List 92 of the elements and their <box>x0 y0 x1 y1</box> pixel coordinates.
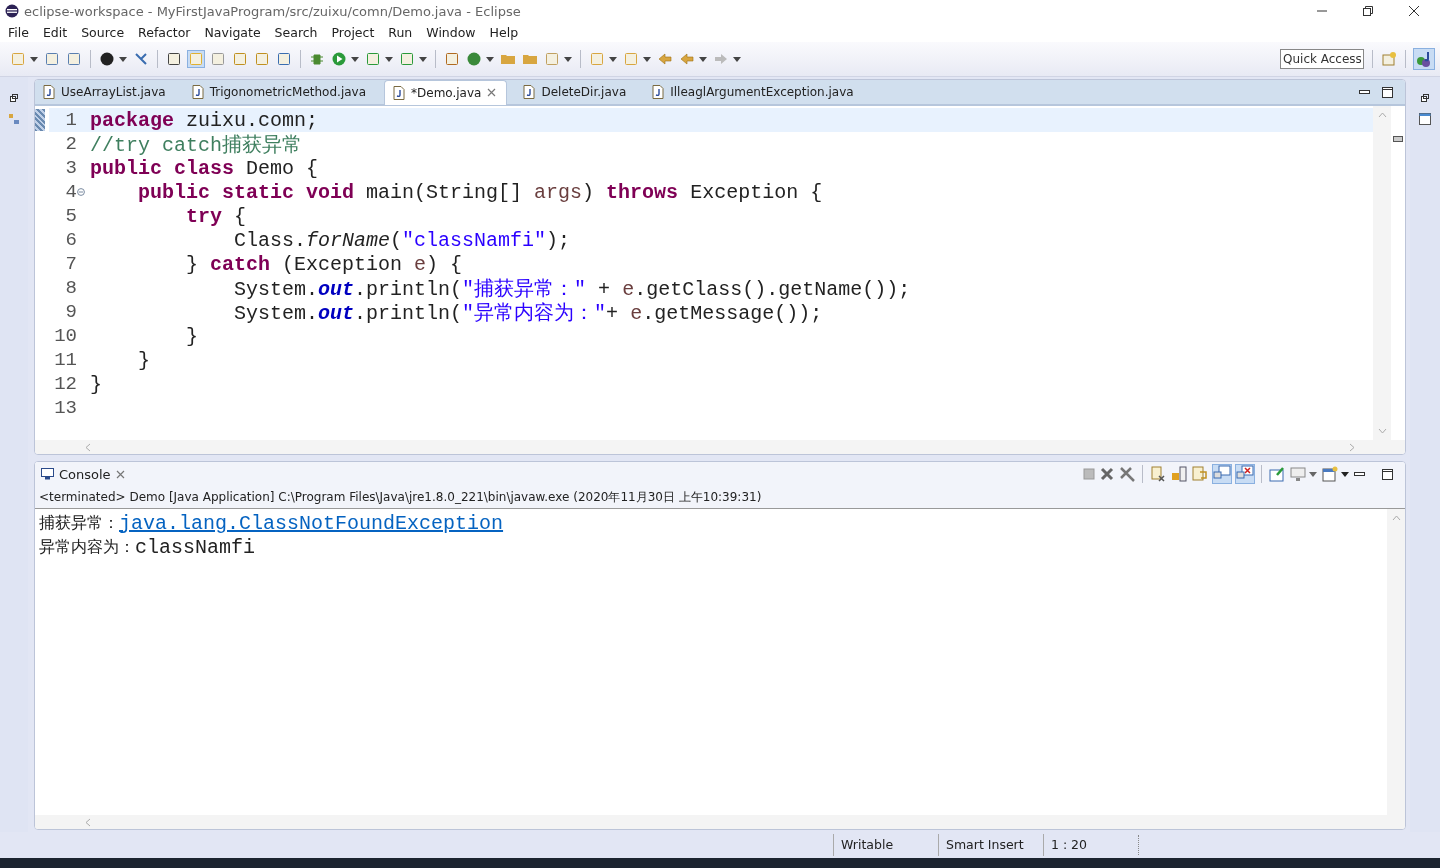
menu-item[interactable]: Search <box>274 24 318 40</box>
java-file-icon <box>652 85 665 99</box>
editor-tab[interactable]: DeleteDir.java <box>515 80 637 104</box>
line-number: 8 <box>64 277 77 299</box>
scroll-lock-icon[interactable] <box>1171 466 1187 482</box>
code-line: try { <box>185 204 247 228</box>
line-number: 9 <box>64 301 77 323</box>
code-line: } catch (Exception e) { <box>185 252 463 276</box>
status-field: 1 : 20 <box>1043 834 1138 856</box>
run-icon[interactable] <box>331 51 347 67</box>
dropdown-caret-icon[interactable] <box>385 56 393 62</box>
status-field: Writable <box>833 834 938 856</box>
editor-tab[interactable]: UseArrayList.java <box>35 80 176 104</box>
code-line: package zuixu.comn; <box>90 108 319 132</box>
line-number: 7 <box>64 253 77 275</box>
dropdown-caret-icon[interactable] <box>699 56 707 62</box>
line-number: 6 <box>64 229 77 251</box>
menu-item[interactable]: Run <box>388 24 413 40</box>
code-line: public static void main(String[] args) throws Exception { <box>137 180 823 204</box>
restore-icon[interactable] <box>9 93 19 103</box>
code-line: } <box>90 372 102 396</box>
console-line: 捕获异常：java.lang.ClassNotFoundException <box>39 511 505 535</box>
window-title: eclipse-workspace - MyFirstJavaProgram/src/zuixu/comn/Demo.java - Eclipse <box>24 3 521 19</box>
java-file-icon <box>191 85 204 99</box>
monitor-icon <box>41 468 54 480</box>
restore-icon[interactable] <box>1362 5 1374 17</box>
line-number: 3 <box>64 157 77 179</box>
editor-tab[interactable]: IlleaglArgumentException.java <box>644 80 864 104</box>
line-number: 4 <box>64 181 77 203</box>
line-number: 2 <box>64 133 77 155</box>
dropdown-caret-icon[interactable] <box>486 56 494 62</box>
minimize-icon[interactable] <box>1359 89 1370 95</box>
editor-tab[interactable]: *Demo.java <box>384 80 508 105</box>
java-file-icon <box>523 85 536 99</box>
new-console-icon[interactable] <box>1322 466 1338 482</box>
dropdown-caret-icon[interactable] <box>609 56 617 62</box>
code-line: } <box>185 324 199 348</box>
dropdown-caret-icon[interactable] <box>419 56 427 62</box>
toolbar-icon[interactable] <box>166 51 182 67</box>
line-number: 1 <box>64 109 77 131</box>
menu-item[interactable]: Source <box>81 24 125 40</box>
status-field: Smart Insert <box>938 834 1043 856</box>
line-number: 11 <box>53 349 77 371</box>
dropdown-caret-icon[interactable] <box>30 56 38 62</box>
menu-item[interactable]: Refactor <box>138 24 191 40</box>
dropdown-caret-icon[interactable] <box>564 56 572 62</box>
word-wrap-icon[interactable] <box>1192 466 1208 482</box>
dropdown-caret-icon[interactable] <box>351 56 359 62</box>
menu-item[interactable]: File <box>8 24 29 40</box>
code-line: System.out.println("异常内容为："+ e.getMessage()); <box>233 300 823 326</box>
java-file-icon <box>43 85 55 99</box>
menu-item[interactable]: Navigate <box>204 24 261 40</box>
console-header: <terminated> Demo [Java Application] C:\Program Files\Java\jre1.8.0_221\bin\javaw.exe (2020年11月30日 上午10:39:31) <box>35 486 1405 509</box>
dropdown-caret-icon[interactable] <box>643 56 651 62</box>
maximize-icon[interactable] <box>1382 468 1393 480</box>
console-line: 异常内容为：classNamfi <box>39 535 257 559</box>
remove-all-icon[interactable] <box>1119 466 1135 482</box>
eclipse-logo-icon <box>5 4 19 18</box>
close-icon[interactable] <box>1408 5 1420 17</box>
quick-access-field[interactable]: Quick Access <box>1280 49 1364 69</box>
clear-console-icon[interactable] <box>1150 466 1166 482</box>
remove-icon[interactable] <box>1100 467 1114 481</box>
code-line: System.out.println("捕获异常：" + e.getClass().getName()); <box>233 276 911 302</box>
menu-item[interactable]: Window <box>426 24 476 40</box>
minimize-icon[interactable] <box>1354 471 1365 477</box>
editor-tab[interactable]: TrigonometricMethod.java <box>183 80 377 104</box>
code-line: public class Demo { <box>90 156 319 180</box>
restore-icon[interactable] <box>1420 93 1430 103</box>
menu-item[interactable]: Project <box>331 24 375 40</box>
dropdown-caret-icon[interactable] <box>1341 471 1349 477</box>
show-error-icon[interactable] <box>1236 465 1254 483</box>
java-perspective-icon[interactable] <box>1414 49 1434 69</box>
display-console-icon[interactable] <box>1290 466 1306 482</box>
line-number: 10 <box>53 325 77 347</box>
overview-marker <box>1393 136 1403 142</box>
line-number: 13 <box>53 397 77 419</box>
dropdown-caret-icon[interactable] <box>733 56 741 62</box>
maximize-icon[interactable] <box>1382 86 1393 98</box>
fold-toggle-icon[interactable] <box>77 188 85 196</box>
line-number: 5 <box>64 205 77 227</box>
pin-console-icon[interactable] <box>1269 466 1285 482</box>
show-output-icon[interactable] <box>1213 465 1231 483</box>
dropdown-caret-icon[interactable] <box>119 56 127 62</box>
code-line: Class.forName("classNamfi"); <box>233 228 571 252</box>
window-icon[interactable] <box>1419 113 1431 125</box>
menu-item[interactable]: Help <box>489 24 519 40</box>
line-number: 12 <box>53 373 77 395</box>
toolbar-icon[interactable] <box>99 51 115 67</box>
menu-item[interactable]: Edit <box>42 24 68 40</box>
code-line: } <box>137 348 150 372</box>
java-file-icon <box>393 85 406 100</box>
code-line: //try catch捕获异常 <box>90 132 303 158</box>
